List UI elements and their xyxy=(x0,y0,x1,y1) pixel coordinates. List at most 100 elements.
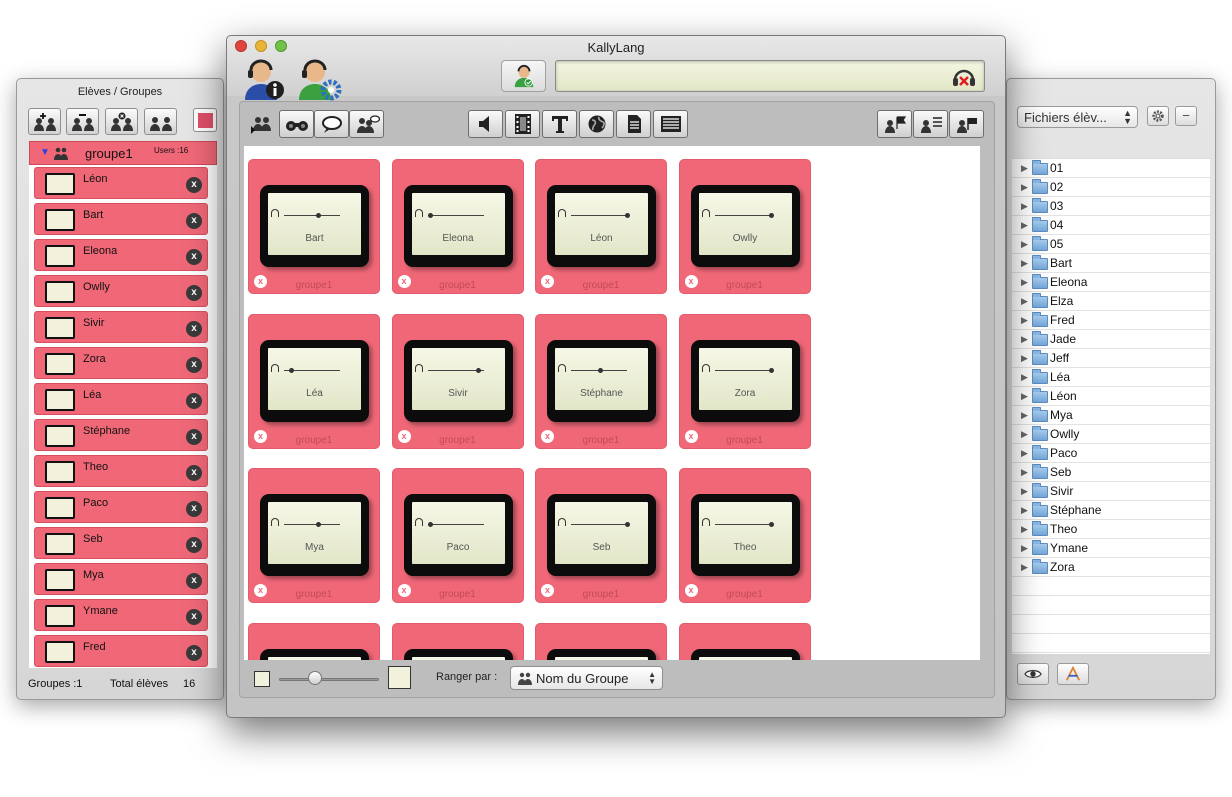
preview-button[interactable] xyxy=(1017,663,1049,685)
folder-row[interactable]: ▶ Stéphane xyxy=(1012,501,1210,520)
folder-row[interactable]: ▶ 05 xyxy=(1012,235,1210,254)
student-row[interactable]: Sivir x xyxy=(34,311,208,343)
folder-row[interactable]: ▶ Léon xyxy=(1012,387,1210,406)
remove-student-icon[interactable]: x xyxy=(186,501,202,517)
disclosure-triangle-icon[interactable]: ▶ xyxy=(1021,372,1028,383)
group-header[interactable]: ▼ groupe1 Users :16 xyxy=(29,141,217,165)
remove-student-icon[interactable]: x xyxy=(186,465,202,481)
status-field[interactable] xyxy=(555,60,985,92)
student-card[interactable]: Mya x groupe1 xyxy=(248,468,380,603)
student-row[interactable]: Paco x xyxy=(34,491,208,523)
student-row[interactable]: Mya x xyxy=(34,563,208,595)
student-card[interactable]: Theo x groupe1 xyxy=(678,468,811,603)
teacher-status-button[interactable] xyxy=(501,60,546,92)
video-button[interactable] xyxy=(505,110,540,138)
collect-button[interactable] xyxy=(949,110,984,138)
delete-group-button[interactable] xyxy=(105,108,138,135)
disclosure-triangle-icon[interactable]: ▶ xyxy=(1021,239,1028,250)
student-card[interactable]: x xyxy=(248,622,380,660)
student-card[interactable]: Léa x groupe1 xyxy=(248,313,380,449)
disclosure-triangle-icon[interactable]: ▼ xyxy=(40,147,50,158)
disclosure-triangle-icon[interactable]: ▶ xyxy=(1021,448,1028,459)
student-row[interactable]: Stéphane x xyxy=(34,419,208,451)
sort-popup[interactable]: Nom du Groupe ▲ ▼ xyxy=(510,666,663,690)
disclosure-triangle-icon[interactable]: ▶ xyxy=(1021,353,1028,364)
folder-row[interactable]: ▶ Sivir xyxy=(1012,482,1210,501)
disclosure-triangle-icon[interactable]: ▶ xyxy=(1021,410,1028,421)
folder-row[interactable]: ▶ Theo xyxy=(1012,520,1210,539)
folder-row[interactable]: ▶ Jade xyxy=(1012,330,1210,349)
student-list-button[interactable] xyxy=(913,110,948,138)
remove-student-icon[interactable]: x xyxy=(186,573,202,589)
folder-row[interactable]: ▶ Bart xyxy=(1012,254,1210,273)
disclosure-triangle-icon[interactable]: ▶ xyxy=(1021,429,1028,440)
group-button[interactable] xyxy=(144,108,177,135)
disclosure-triangle-icon[interactable]: ▶ xyxy=(1021,486,1028,497)
student-card[interactable]: Stéphane x groupe1 xyxy=(535,313,667,449)
disclosure-triangle-icon[interactable]: ▶ xyxy=(1021,163,1028,174)
student-row[interactable]: Seb x xyxy=(34,527,208,559)
remove-student-icon[interactable]: x xyxy=(186,537,202,553)
student-card[interactable]: Seb x groupe1 xyxy=(535,468,667,603)
folder-row[interactable]: ▶ 01 xyxy=(1012,159,1210,178)
student-card[interactable]: x xyxy=(391,622,524,660)
folder-row[interactable]: ▶ Fred xyxy=(1012,311,1210,330)
disclosure-triangle-icon[interactable]: ▶ xyxy=(1021,258,1028,269)
remove-student-icon[interactable]: x xyxy=(186,321,202,337)
disclosure-triangle-icon[interactable]: ▶ xyxy=(1021,182,1028,193)
student-card[interactable]: Owlly x groupe1 xyxy=(678,159,811,294)
student-row[interactable]: Eleona x xyxy=(34,239,208,271)
student-row[interactable]: Zora x xyxy=(34,347,208,379)
headset-off-icon[interactable] xyxy=(952,66,976,88)
disclosure-triangle-icon[interactable]: ▶ xyxy=(1021,562,1028,573)
students-view-button[interactable] xyxy=(244,110,279,138)
teacher-info-icon[interactable] xyxy=(239,56,287,102)
remove-student-icon[interactable]: x xyxy=(186,285,202,301)
add-group-button[interactable] xyxy=(28,108,61,135)
folder-row[interactable]: ▶ Jeff xyxy=(1012,349,1210,368)
folder-row[interactable]: ▶ 02 xyxy=(1012,178,1210,197)
folder-row[interactable]: ▶ Eleona xyxy=(1012,273,1210,292)
folder-row[interactable]: ▶ Léa xyxy=(1012,368,1210,387)
folder-row[interactable]: ▶ Paco xyxy=(1012,444,1210,463)
remove-student-icon[interactable]: x xyxy=(186,249,202,265)
student-row[interactable]: Owlly x xyxy=(34,275,208,307)
zoom-slider-knob[interactable] xyxy=(308,671,322,685)
disclosure-triangle-icon[interactable]: ▶ xyxy=(1021,334,1028,345)
student-row[interactable]: Léon x xyxy=(34,167,208,199)
student-row[interactable]: Léa x xyxy=(34,383,208,415)
monitor-button[interactable] xyxy=(279,110,314,138)
disclosure-triangle-icon[interactable]: ▶ xyxy=(1021,391,1028,402)
disclosure-triangle-icon[interactable]: ▶ xyxy=(1021,201,1028,212)
send-to-student-button[interactable] xyxy=(877,110,912,138)
folder-row[interactable]: ▶ Ymane xyxy=(1012,539,1210,558)
chat-button[interactable] xyxy=(314,110,349,138)
list-button[interactable] xyxy=(653,110,688,138)
student-row[interactable]: Theo x xyxy=(34,455,208,487)
disclosure-triangle-icon[interactable]: ▶ xyxy=(1021,277,1028,288)
student-row[interactable]: Ymane x xyxy=(34,599,208,631)
folder-row[interactable]: ▶ Zora xyxy=(1012,558,1210,577)
student-card[interactable]: Paco x groupe1 xyxy=(391,468,524,603)
student-card[interactable]: x xyxy=(535,622,667,660)
disclosure-triangle-icon[interactable]: ▶ xyxy=(1021,524,1028,535)
disclosure-triangle-icon[interactable]: ▶ xyxy=(1021,315,1028,326)
remove-group-button[interactable] xyxy=(66,108,99,135)
disclosure-triangle-icon[interactable]: ▶ xyxy=(1021,505,1028,516)
open-app-button[interactable] xyxy=(1057,663,1089,685)
student-card[interactable]: Sivir x groupe1 xyxy=(391,313,524,449)
student-card[interactable]: Léon x groupe1 xyxy=(535,159,667,294)
remove-student-icon[interactable]: x xyxy=(186,645,202,661)
student-row[interactable]: Fred x xyxy=(34,635,208,667)
talk-button[interactable] xyxy=(349,110,384,138)
remove-student-icon[interactable]: x xyxy=(186,393,202,409)
student-card[interactable]: Bart x groupe1 xyxy=(248,159,380,294)
text-button[interactable] xyxy=(542,110,577,138)
web-button[interactable] xyxy=(579,110,614,138)
folder-row[interactable]: ▶ Elza xyxy=(1012,292,1210,311)
disclosure-triangle-icon[interactable]: ▶ xyxy=(1021,543,1028,554)
folder-row[interactable]: ▶ 03 xyxy=(1012,197,1210,216)
remove-student-icon[interactable]: x xyxy=(186,429,202,445)
disclosure-triangle-icon[interactable]: ▶ xyxy=(1021,220,1028,231)
minus-button[interactable]: − xyxy=(1175,106,1197,126)
